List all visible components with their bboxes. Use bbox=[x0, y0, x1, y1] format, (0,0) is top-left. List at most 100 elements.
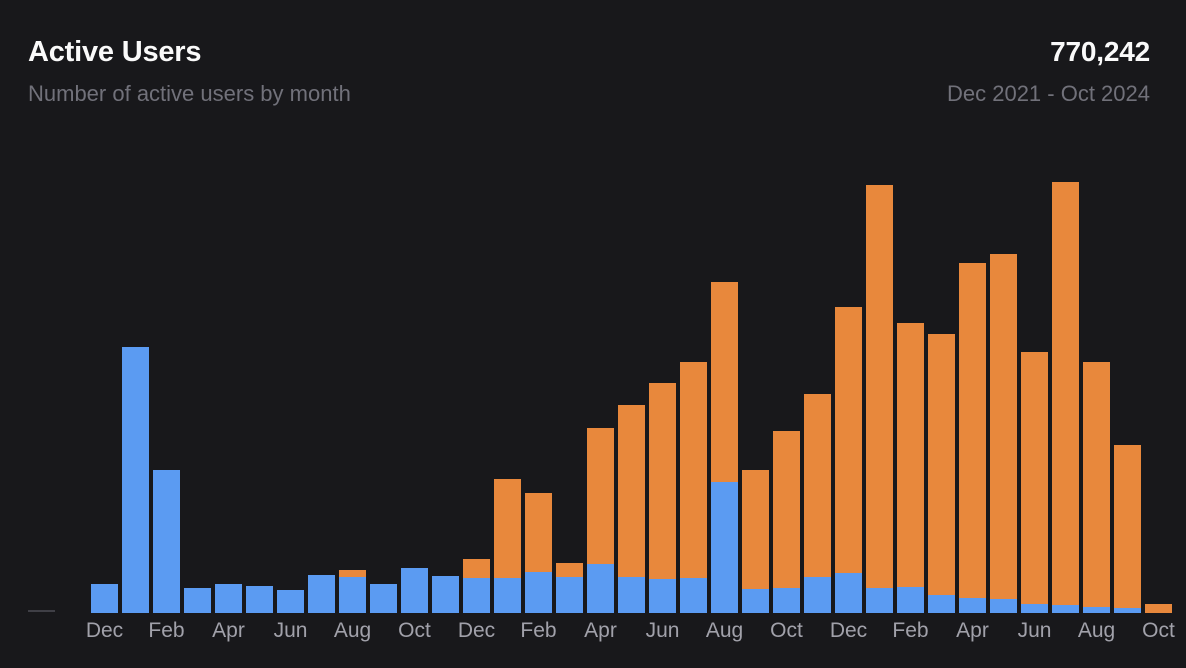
bar-segment-blue bbox=[804, 577, 831, 613]
bar-group[interactable] bbox=[153, 161, 180, 613]
x-axis-tick-label: Aug bbox=[706, 616, 743, 646]
bar-group[interactable] bbox=[494, 161, 521, 613]
bar-segment-blue bbox=[277, 590, 304, 613]
x-axis-tick-label: Apr bbox=[956, 616, 989, 646]
bar-group[interactable] bbox=[742, 161, 769, 613]
x-axis-tick-label: Feb bbox=[148, 616, 184, 646]
bar-group[interactable] bbox=[215, 161, 242, 613]
bar-segment-blue bbox=[1083, 607, 1110, 613]
bar-segment-blue bbox=[494, 578, 521, 613]
bar-group[interactable] bbox=[91, 161, 118, 613]
x-axis-tick-label: Aug bbox=[334, 616, 371, 646]
bar-group[interactable] bbox=[277, 161, 304, 613]
bar-group[interactable] bbox=[618, 161, 645, 613]
bar-group[interactable] bbox=[122, 161, 149, 613]
bar-group[interactable] bbox=[556, 161, 583, 613]
x-axis-tick-label: Apr bbox=[584, 616, 617, 646]
x-axis-tick-label: Oct bbox=[770, 616, 803, 646]
bar-segment-blue bbox=[587, 564, 614, 613]
bar-group[interactable] bbox=[432, 161, 459, 613]
bar-segment-orange bbox=[1052, 182, 1079, 605]
bar-group[interactable] bbox=[401, 161, 428, 613]
bar-segment-orange bbox=[742, 470, 769, 590]
bar-segment-orange bbox=[649, 383, 676, 580]
bar-segment-orange bbox=[990, 254, 1017, 600]
bar-segment-orange bbox=[494, 479, 521, 578]
bar-segment-orange bbox=[866, 185, 893, 588]
bar-group[interactable] bbox=[866, 161, 893, 613]
bar-segment-blue bbox=[153, 470, 180, 614]
bar-segment-orange bbox=[1021, 352, 1048, 604]
bar-segment-orange bbox=[897, 323, 924, 587]
bar-segment-orange bbox=[1114, 445, 1141, 609]
bar-group[interactable] bbox=[1114, 161, 1141, 613]
bar-segment-blue bbox=[432, 576, 459, 613]
bar-segment-blue bbox=[184, 588, 211, 613]
bar-segment-orange bbox=[711, 282, 738, 482]
bar-group[interactable] bbox=[525, 161, 552, 613]
bar-segment-blue bbox=[339, 577, 366, 613]
bar-segment-orange bbox=[928, 334, 955, 595]
bar-segment-orange bbox=[1145, 604, 1172, 613]
bar-group[interactable] bbox=[897, 161, 924, 613]
bar-segment-orange bbox=[773, 431, 800, 588]
bar-group[interactable] bbox=[680, 161, 707, 613]
bar-group[interactable] bbox=[990, 161, 1017, 613]
bar-segment-blue bbox=[463, 578, 490, 613]
bar-segment-orange bbox=[525, 493, 552, 572]
bar-group[interactable] bbox=[370, 161, 397, 613]
x-axis: DecFebAprJunAugOctDecFebAprJunAugOctDecF… bbox=[0, 616, 1186, 656]
x-axis-tick-label: Feb bbox=[520, 616, 556, 646]
bar-segment-blue bbox=[866, 588, 893, 613]
bar-segment-blue bbox=[246, 586, 273, 613]
bar-segment-blue bbox=[649, 579, 676, 613]
bar-group[interactable] bbox=[339, 161, 366, 613]
bar-group[interactable] bbox=[773, 161, 800, 613]
bar-segment-blue bbox=[959, 598, 986, 613]
bar-segment-blue bbox=[215, 584, 242, 613]
x-axis-tick-label: Oct bbox=[398, 616, 431, 646]
bar-group[interactable] bbox=[835, 161, 862, 613]
bar-segment-orange bbox=[1083, 362, 1110, 607]
bar-segment-blue bbox=[618, 577, 645, 613]
bar-group[interactable] bbox=[463, 161, 490, 613]
bar-group[interactable] bbox=[246, 161, 273, 613]
bar-segment-orange bbox=[463, 559, 490, 578]
bar-segment-blue bbox=[525, 572, 552, 613]
bar-segment-blue bbox=[742, 589, 769, 613]
bar-group[interactable] bbox=[1083, 161, 1110, 613]
x-axis-tick-label: Dec bbox=[86, 616, 123, 646]
bar-segment-orange bbox=[804, 394, 831, 577]
bar-group[interactable] bbox=[587, 161, 614, 613]
bar-group[interactable] bbox=[804, 161, 831, 613]
bar-group[interactable] bbox=[959, 161, 986, 613]
x-axis-tick-label: Aug bbox=[1078, 616, 1115, 646]
bar-group[interactable] bbox=[308, 161, 335, 613]
x-axis-tick-label: Oct bbox=[1142, 616, 1175, 646]
bar-group[interactable] bbox=[928, 161, 955, 613]
chart-plot: DecFebAprJunAugOctDecFebAprJunAugOctDecF… bbox=[0, 0, 1186, 668]
bar-segment-blue bbox=[897, 587, 924, 613]
bar-segment-orange bbox=[618, 405, 645, 577]
bar-segment-blue bbox=[711, 482, 738, 613]
bar-segment-orange bbox=[680, 362, 707, 578]
active-users-chart-card: Active Users 770,242 Number of active us… bbox=[0, 0, 1186, 668]
bar-group[interactable] bbox=[1021, 161, 1048, 613]
bar-segment-blue bbox=[556, 577, 583, 613]
bar-group[interactable] bbox=[711, 161, 738, 613]
bars-container bbox=[0, 160, 1186, 613]
x-axis-tick-label: Jun bbox=[1018, 616, 1052, 646]
x-axis-tick-label: Jun bbox=[646, 616, 680, 646]
bar-group[interactable] bbox=[1145, 161, 1172, 613]
bar-segment-blue bbox=[308, 575, 335, 613]
bar-group[interactable] bbox=[184, 161, 211, 613]
bar-group[interactable] bbox=[1052, 161, 1079, 613]
bar-segment-blue bbox=[401, 568, 428, 613]
x-axis-tick-label: Dec bbox=[830, 616, 867, 646]
bar-segment-blue bbox=[1114, 608, 1141, 613]
bar-segment-orange bbox=[959, 263, 986, 599]
bar-segment-blue bbox=[680, 578, 707, 613]
bar-group[interactable] bbox=[649, 161, 676, 613]
bar-segment-orange bbox=[587, 428, 614, 565]
x-axis-tick-label: Feb bbox=[892, 616, 928, 646]
